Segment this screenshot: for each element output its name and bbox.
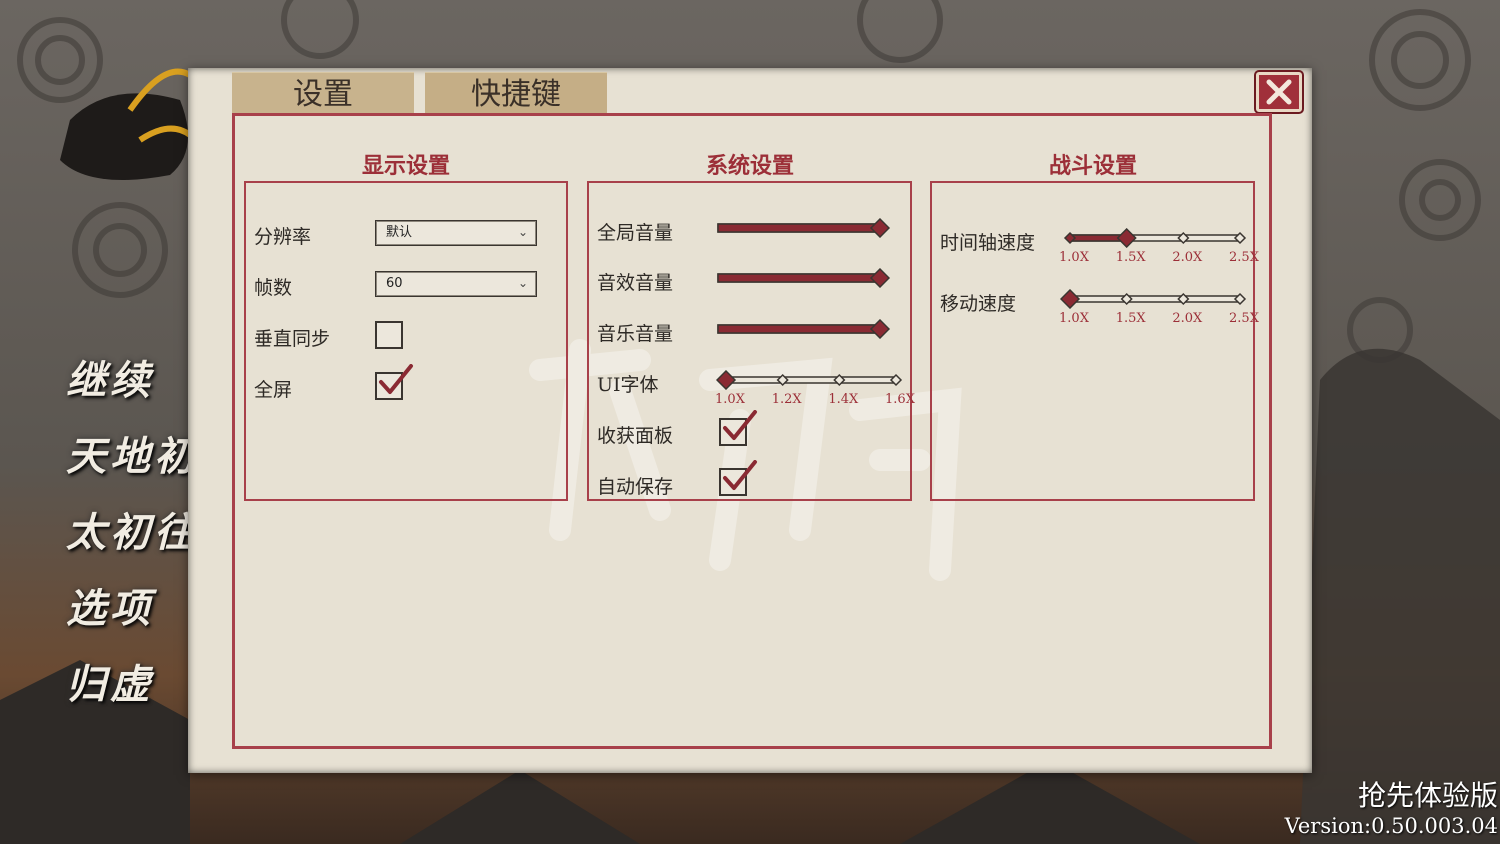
tab-hotkeys[interactable]: 快捷键 (425, 72, 607, 113)
framerate-label: 帧数 (254, 277, 293, 299)
ui-font-label: UI字体 (597, 374, 659, 396)
vsync-label: 垂直同步 (254, 328, 331, 350)
timeline-speed-stepper[interactable]: 1.0X 1.5X 2.0X 2.5X (1059, 228, 1259, 272)
resolution-label: 分辨率 (254, 226, 312, 248)
ui-font-stepper[interactable]: 1.0X 1.2X 1.4X 1.6X (715, 370, 915, 414)
checkmark-icon (379, 364, 413, 394)
tick-label: 2.5X (1229, 311, 1259, 326)
slider-handle[interactable] (869, 319, 891, 339)
tick-label: 1.0X (715, 392, 745, 407)
stepper-track[interactable] (716, 370, 908, 390)
tick-label: 2.0X (1172, 250, 1203, 265)
menu-item-records[interactable]: 太初往 (66, 500, 192, 558)
menu-item-options[interactable]: 选项 (66, 576, 154, 634)
fullscreen-checkbox[interactable] (375, 364, 413, 400)
tick-label: 1.4X (828, 392, 859, 407)
tick-label: 2.5X (1229, 250, 1259, 265)
close-button[interactable] (1256, 72, 1302, 112)
master-volume-label: 全局音量 (597, 222, 674, 244)
close-icon (1266, 79, 1292, 105)
framerate-select[interactable]: 60 ⌄ (375, 271, 537, 297)
menu-item-continue[interactable]: 继续 (66, 348, 154, 406)
move-speed-stepper[interactable]: 1.0X 1.5X 2.0X 2.5X (1059, 289, 1259, 333)
master-volume-slider[interactable] (716, 218, 892, 238)
edition-label: 抢先体验版 (1357, 779, 1498, 812)
timeline-speed-label: 时间轴速度 (940, 232, 1036, 254)
tick-label: 1.2X (771, 392, 802, 407)
harvest-panel-checkbox[interactable] (719, 410, 757, 446)
chevron-down-icon: ⌄ (517, 225, 528, 239)
menu-item-new-game[interactable]: 天地初 (66, 424, 192, 482)
tick-label: 2.0X (1172, 311, 1203, 326)
tick-label: 1.5X (1115, 311, 1146, 326)
main-menu: 继续 天地初 太初往 选项 归虚 (0, 330, 192, 730)
move-speed-label: 移动速度 (940, 293, 1017, 315)
fullscreen-label: 全屏 (254, 379, 293, 401)
harvest-panel-label: 收获面板 (597, 425, 674, 447)
sfx-volume-slider[interactable] (716, 268, 892, 288)
autosave-label: 自动保存 (597, 476, 674, 498)
checkmark-icon (723, 460, 757, 490)
framerate-value: 60 (386, 276, 403, 291)
sfx-volume-label: 音效音量 (597, 272, 674, 294)
slider-handle[interactable] (869, 218, 891, 238)
tick-label: 1.6X (885, 392, 915, 407)
vsync-checkbox[interactable] (375, 321, 403, 349)
tick-label: 1.0X (1059, 250, 1089, 265)
chevron-down-icon: ⌄ (517, 276, 528, 290)
slider-handle[interactable] (869, 268, 891, 288)
music-volume-slider[interactable] (716, 319, 892, 339)
combat-settings-title: 战斗设置 (1048, 153, 1137, 179)
tick-label: 1.5X (1115, 250, 1146, 265)
stepper-track[interactable] (1060, 289, 1252, 309)
music-volume-label: 音乐音量 (597, 323, 674, 345)
menu-item-quit[interactable]: 归虚 (66, 652, 154, 710)
resolution-select[interactable]: 默认 ⌄ (375, 220, 537, 246)
resolution-value: 默认 (386, 225, 413, 240)
autosave-checkbox[interactable] (719, 460, 757, 496)
checkmark-icon (723, 410, 757, 440)
display-settings-title: 显示设置 (361, 153, 450, 179)
version-label: Version:0.50.003.04 (1284, 814, 1498, 838)
system-settings-title: 系统设置 (705, 153, 794, 179)
stepper-track[interactable] (1060, 228, 1252, 248)
tab-settings[interactable]: 设置 (232, 72, 414, 113)
tick-label: 1.0X (1059, 311, 1089, 326)
